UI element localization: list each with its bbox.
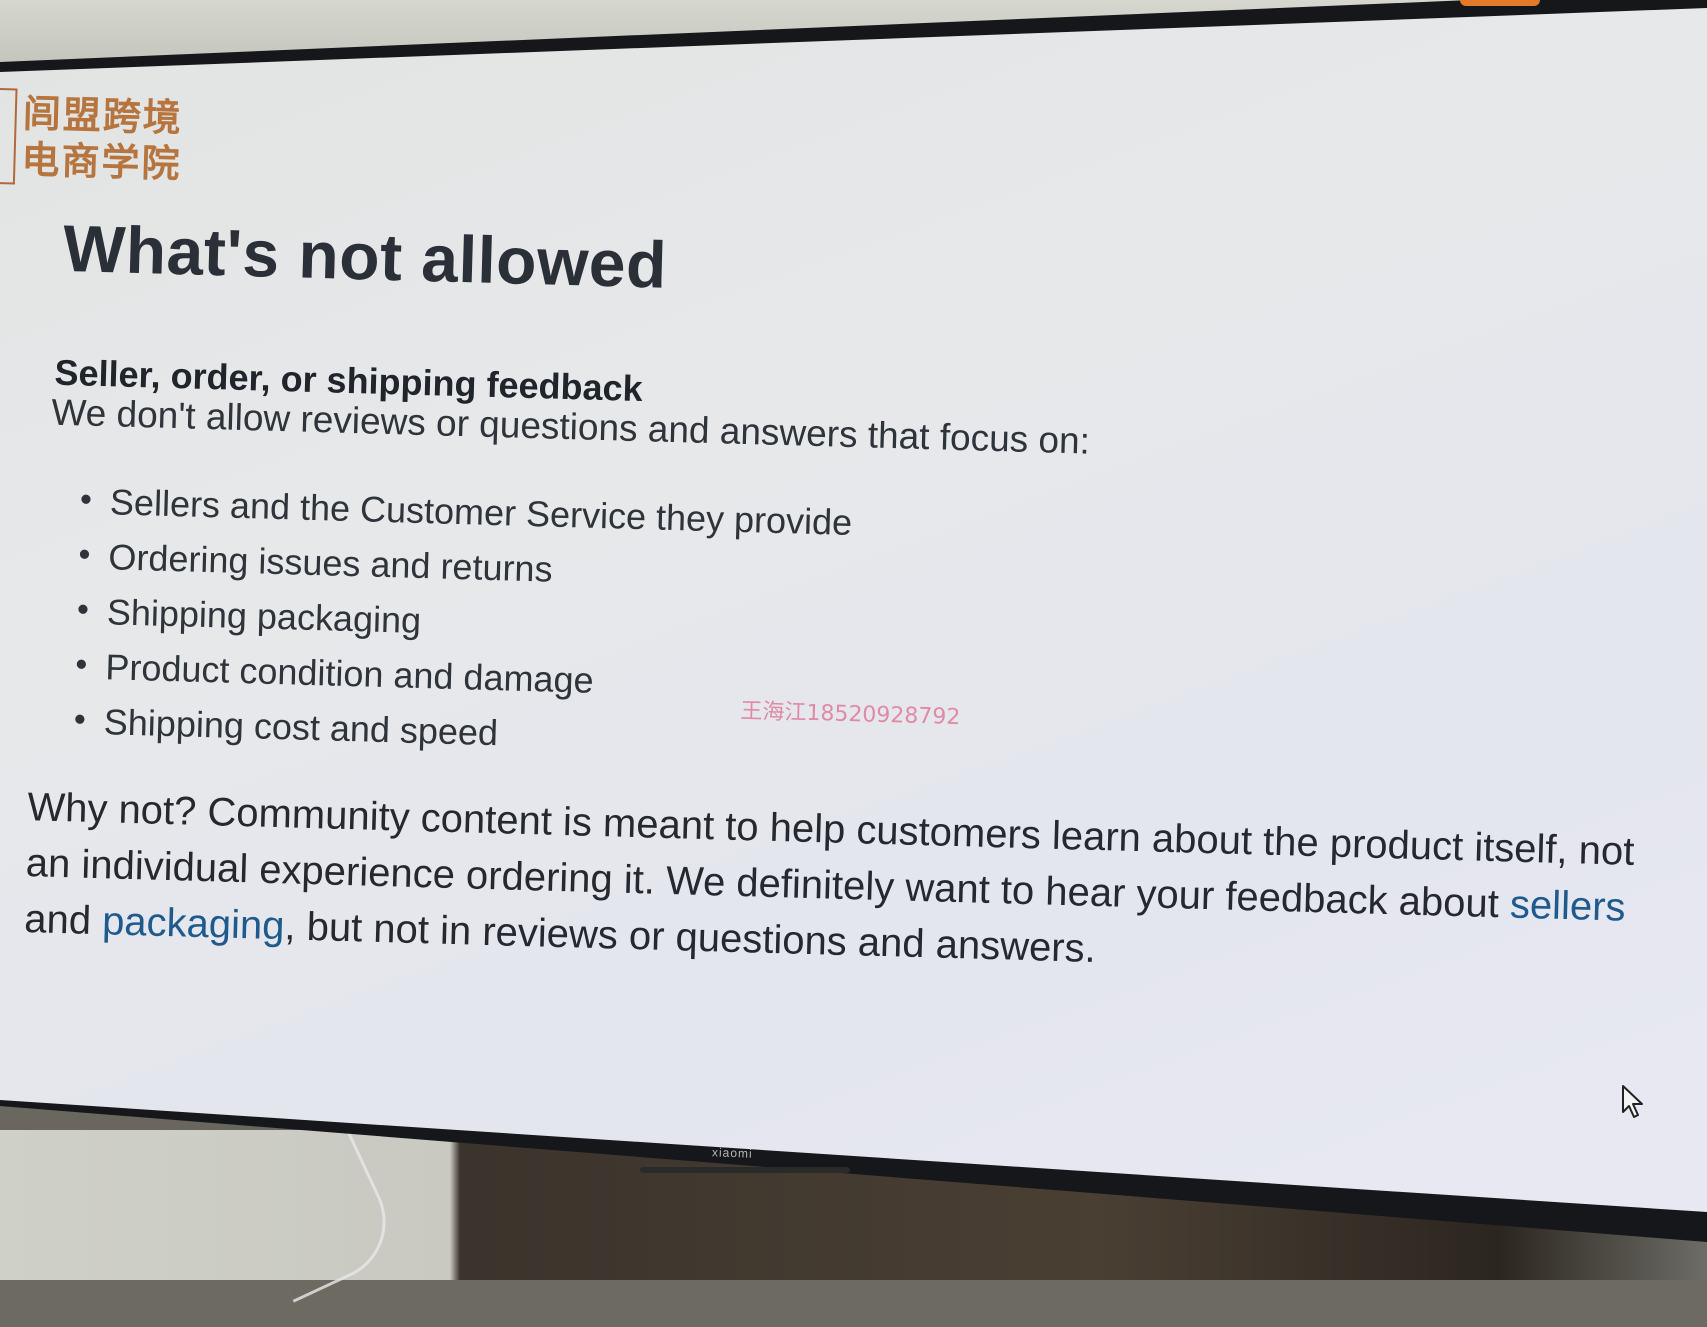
- monitor-brand: xiaomi: [711, 1145, 753, 1161]
- why-text-2: and: [23, 897, 103, 944]
- logo-line-1: 闾盟跨境: [22, 90, 184, 141]
- watermark: 王海江18520928792: [740, 698, 961, 731]
- sellers-link[interactable]: sellers: [1509, 883, 1626, 930]
- mouse-pointer-icon: [1622, 1085, 1643, 1118]
- why-text-3: , but not in reviews or questions and an…: [283, 904, 1097, 971]
- orange-marker: [1460, 0, 1540, 6]
- slide-title: What's not allowed: [62, 210, 668, 302]
- logo-line-2: 电商学院: [20, 136, 183, 187]
- bullet-list: Sellers and the Customer Service they pr…: [73, 480, 852, 776]
- packaging-link[interactable]: packaging: [102, 899, 286, 948]
- monitor-stand: [640, 1167, 850, 1173]
- explanation-paragraph: Why not? Community content is meant to h…: [24, 779, 1688, 993]
- seal-icon: [0, 87, 18, 185]
- presentation-slide: 闾盟跨境 电商学院 What's not allowed Seller, ord…: [0, 0, 1706, 1327]
- academy-logo: 闾盟跨境 电商学院: [0, 87, 184, 189]
